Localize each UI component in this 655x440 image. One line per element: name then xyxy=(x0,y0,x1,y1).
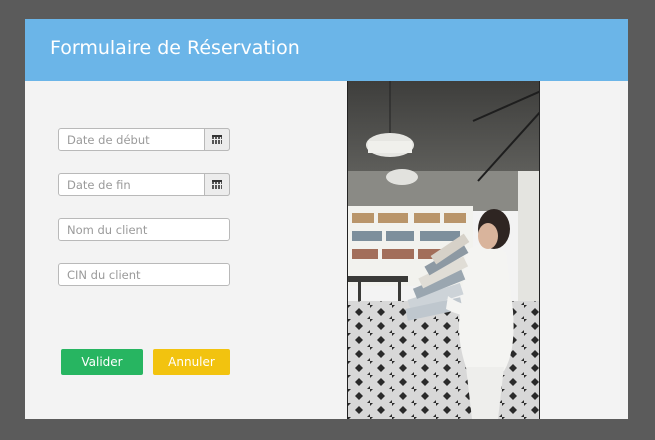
client-name-placeholder: Nom du client xyxy=(67,223,148,237)
start-date-placeholder: Date de début xyxy=(67,133,150,147)
cancel-button[interactable]: Annuler xyxy=(153,349,230,375)
end-date-calendar-button[interactable] xyxy=(204,173,230,196)
reservation-window: Formulaire de Réservation Date de début … xyxy=(25,19,628,419)
library-photo xyxy=(347,81,540,419)
header-bar: Formulaire de Réservation xyxy=(25,19,628,81)
client-name-input[interactable]: Nom du client xyxy=(58,218,230,241)
start-date-field[interactable]: Date de début xyxy=(58,128,230,151)
library-photo-image xyxy=(348,81,539,419)
end-date-placeholder: Date de fin xyxy=(67,178,131,192)
window-title: Formulaire de Réservation xyxy=(50,37,300,59)
end-date-field[interactable]: Date de fin xyxy=(58,173,230,196)
start-date-calendar-button[interactable] xyxy=(204,128,230,151)
calendar-icon xyxy=(212,180,222,189)
client-cin-input[interactable]: CIN du client xyxy=(58,263,230,286)
calendar-icon xyxy=(212,135,222,144)
client-cin-placeholder: CIN du client xyxy=(67,268,141,282)
validate-button[interactable]: Valider xyxy=(61,349,143,375)
